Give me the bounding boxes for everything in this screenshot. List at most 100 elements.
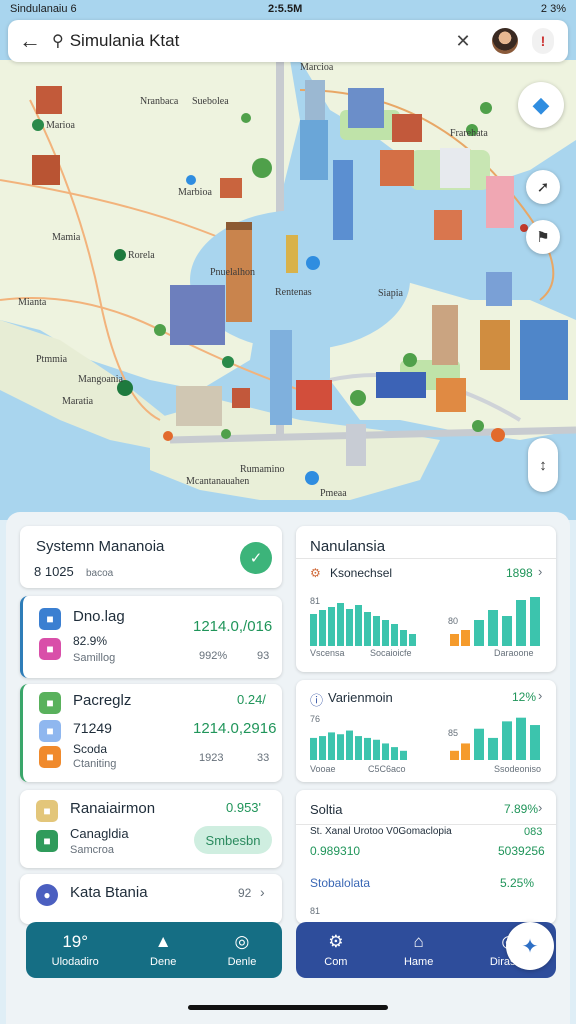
systems-value: 8 1025: [34, 564, 74, 579]
soltia-card[interactable]: Soltia 7.89% › St. Xanal Urotoo V0Gomacl…: [296, 790, 556, 924]
varienmoin-value: 12%: [512, 690, 537, 704]
item2-sub-value: 71249: [73, 720, 112, 736]
zoom-control[interactable]: ↕: [528, 438, 558, 492]
mic-icon[interactable]: !: [532, 28, 554, 54]
nanulansia-x-right: Daraoone: [494, 648, 534, 658]
item3-caption: Samcroa: [70, 844, 115, 856]
chart-bar: [409, 634, 416, 646]
nav-item-dene[interactable]: ▲ Dene: [150, 932, 176, 968]
soltia-title: Soltia: [310, 802, 343, 817]
item3-title: Ranaiairmon: [70, 800, 156, 817]
systems-card[interactable]: Systemn Mananoia 8 1025 bacoa ✓: [20, 526, 282, 588]
svg-text:Maratia: Maratia: [62, 396, 94, 407]
chart-bar: [373, 616, 380, 646]
item2-value: 1214.0,2916: [193, 720, 277, 737]
status-bar: Sindulanaiu 6 2:5.5M 2 3%: [0, 0, 576, 18]
settings-icon: ⚙: [328, 932, 344, 951]
close-icon[interactable]: ✕: [448, 31, 478, 52]
svg-text:Mianta: Mianta: [18, 297, 47, 308]
chart-bar: [355, 605, 362, 646]
chevron-right-icon[interactable]: ›: [538, 564, 542, 579]
map-view[interactable]: Marcioa Nranbaca Suebolea Marioa Frareha…: [0, 0, 576, 520]
map-canvas: Marcioa Nranbaca Suebolea Marioa Frareha…: [0, 60, 576, 500]
varienmoin-x-left: Vooae: [310, 764, 336, 774]
chart-bar: [346, 609, 353, 646]
item4-value: 92: [238, 886, 252, 900]
home-icon: ⌂: [413, 932, 424, 951]
nanulansia-card[interactable]: Nanulansia ⚙ Ksonechsel 1898 › 81 80 Vsc…: [296, 526, 556, 672]
item1-sub-icon: ■: [39, 638, 61, 660]
systems-icon[interactable]: ✓: [240, 542, 272, 574]
chevron-right-icon[interactable]: ›: [538, 688, 542, 703]
nav-item-weather-value: 19°: [62, 932, 89, 951]
item3-value: 0.953': [226, 800, 262, 815]
svg-text:Rorela: Rorela: [128, 250, 155, 261]
pin-icon[interactable]: ⚑: [526, 220, 560, 254]
svg-text:Mamia: Mamia: [52, 232, 81, 243]
item2-sub-label: Scoda: [73, 742, 108, 756]
nav-item-denle[interactable]: ◎ Denle: [228, 932, 257, 968]
settings-icon: ⚙: [310, 566, 321, 580]
item2-icon: ■: [39, 692, 61, 714]
search-icon: ⚲: [52, 33, 64, 50]
nav-bar-left: 19° Ulodadiro ▲ Dene ◎ Denle: [26, 922, 282, 978]
item2-caption: Ctaniting: [73, 758, 117, 770]
chart-bar: [502, 616, 512, 646]
item2-card[interactable]: ■ ■ ■ Pacreglz 0.24/ 71249 1214.0,2916 S…: [20, 684, 282, 782]
chart-bar: [328, 732, 335, 760]
chevron-right-icon[interactable]: ›: [260, 884, 265, 900]
item3-icon: ■: [36, 800, 58, 822]
svg-text:Marioa: Marioa: [46, 120, 75, 131]
chart-bar: [391, 747, 398, 760]
chart-bar: [461, 743, 470, 760]
info-icon: ⓘ: [310, 693, 324, 708]
nav-item-dene-label: Dene: [150, 956, 177, 968]
nav-item-hame-label: Hame: [403, 956, 434, 968]
item1-card[interactable]: ■ ■ Dno.lag 82.9% Samillog 1214.0,/016 9…: [20, 596, 282, 678]
nanulansia-title: Nanulansia: [310, 538, 386, 555]
item4-icon: ●: [36, 884, 58, 906]
avatar[interactable]: [492, 28, 518, 54]
nav-item-weather[interactable]: 19° Ulodadiro: [52, 932, 99, 968]
chevron-right-icon[interactable]: ›: [538, 800, 542, 815]
item4-title: Kata Btania: [70, 884, 148, 901]
search-input[interactable]: Simulania Ktat: [70, 31, 448, 51]
svg-text:Pnuelalhon: Pnuelalhon: [210, 267, 255, 278]
nanulansia-x-left: Vscensa: [310, 648, 345, 658]
search-bar[interactable]: ← ⚲ Simulania Ktat ✕ !: [8, 20, 568, 62]
nanulansia-x-mid: Socaioicfe: [370, 648, 412, 658]
chart-bar: [364, 612, 371, 646]
varienmoin-card[interactable]: ⓘ Varienmoin 12% › 76 85 Vooae C5C6aco S…: [296, 680, 556, 782]
item2-title: Pacreglz: [73, 692, 132, 709]
compass-icon[interactable]: ➚: [526, 170, 560, 204]
layers-icon[interactable]: ◆: [518, 82, 564, 128]
svg-text:Siapia: Siapia: [378, 288, 404, 299]
chart-bar: [337, 603, 344, 646]
soltia-value: 7.89%: [504, 802, 539, 816]
item3-sub-icon: ■: [36, 830, 58, 852]
chart-bar: [382, 620, 389, 646]
svg-text:Nranbaca: Nranbaca: [140, 96, 179, 107]
chart-bar: [310, 737, 317, 760]
chart-bar: [328, 607, 335, 646]
chart-bar: [319, 736, 326, 760]
svg-text:Rumamino: Rumamino: [240, 464, 284, 475]
assistant-fab[interactable]: ✦: [506, 922, 554, 970]
item4-card[interactable]: ● Kata Btania 92 ›: [20, 874, 282, 924]
back-icon[interactable]: ←: [8, 20, 52, 62]
chart-bar: [488, 737, 498, 760]
chart-bar: [502, 721, 512, 760]
item1-sub-value: 82.9%: [73, 634, 108, 648]
chart-bar: [346, 730, 353, 760]
globe-icon: ◎: [234, 932, 250, 951]
item3-card[interactable]: ■ ■ Ranaiairmon 0.953' Canagldia Samcroa…: [20, 790, 282, 868]
item3-action-button[interactable]: Smbesbn: [194, 826, 272, 854]
nav-item-com[interactable]: ⚙ Com: [324, 932, 347, 968]
chart-bar: [310, 614, 317, 646]
nav-item-hame[interactable]: ⌂ Hame: [404, 932, 433, 968]
soltia-sub-value: 5.25%: [500, 876, 535, 890]
divider: [296, 558, 556, 559]
chart-bar: [382, 743, 389, 760]
svg-text:Pmeaa: Pmeaa: [320, 488, 347, 499]
svg-text:Mangoania: Mangoania: [78, 374, 124, 385]
